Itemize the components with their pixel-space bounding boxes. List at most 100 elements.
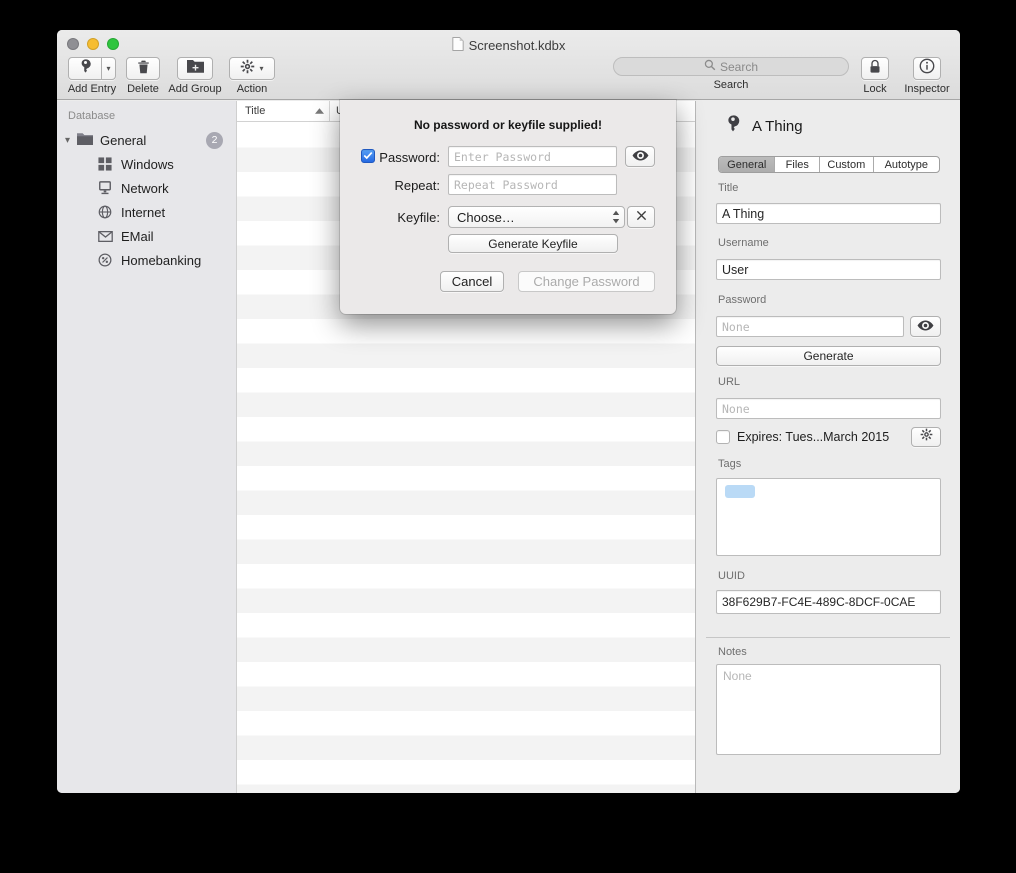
add-entry-caption: Add Entry bbox=[63, 83, 121, 95]
inspector-group: Inspector bbox=[900, 57, 954, 95]
delete-button[interactable] bbox=[126, 57, 160, 80]
entry-title: A Thing bbox=[752, 118, 803, 135]
password-field[interactable] bbox=[716, 316, 904, 337]
disclosure-triangle-icon[interactable]: ▾ bbox=[65, 135, 77, 146]
url-label: URL bbox=[718, 376, 740, 388]
add-entry-button[interactable] bbox=[68, 57, 102, 80]
envelope-icon bbox=[97, 231, 113, 242]
sidebar-item-email[interactable]: EMail bbox=[57, 224, 236, 248]
tab-autotype[interactable]: Autotype bbox=[874, 157, 939, 172]
app-window: Screenshot.kdbx ▾ Add Entry bbox=[57, 30, 960, 793]
cancel-button[interactable]: Cancel bbox=[440, 271, 504, 292]
inspector-tabs: General Files Custom Autotype bbox=[718, 156, 940, 173]
sidebar-item-label: General bbox=[100, 133, 146, 148]
add-entry-group: ▾ Add Entry bbox=[63, 57, 121, 95]
tab-label: General bbox=[727, 159, 766, 171]
lock-caption: Lock bbox=[856, 83, 894, 95]
dialog-password-field[interactable] bbox=[448, 146, 617, 167]
tags-field[interactable] bbox=[716, 478, 941, 556]
expires-checkbox[interactable] bbox=[716, 430, 730, 444]
sidebar-item-internet[interactable]: Internet bbox=[57, 200, 236, 224]
generate-label: Generate bbox=[803, 349, 853, 363]
action-group: ▾ Action bbox=[227, 57, 277, 95]
close-x-icon bbox=[636, 208, 647, 226]
sidebar-item-label: EMail bbox=[121, 229, 154, 244]
sidebar-header: Database bbox=[68, 110, 236, 122]
uuid-label: UUID bbox=[718, 570, 745, 582]
window-title: Screenshot.kdbx bbox=[469, 38, 566, 53]
reveal-password-button[interactable] bbox=[910, 316, 941, 337]
inspector-caption: Inspector bbox=[900, 83, 954, 95]
cancel-label: Cancel bbox=[452, 274, 492, 289]
gear-icon bbox=[920, 428, 933, 446]
generate-keyfile-button[interactable]: Generate Keyfile bbox=[448, 234, 618, 253]
delete-group: Delete bbox=[122, 57, 164, 95]
inspector-button[interactable] bbox=[913, 57, 941, 80]
dialog-repeat-label: Repeat: bbox=[370, 178, 440, 193]
lock-icon bbox=[869, 59, 881, 79]
username-field[interactable] bbox=[716, 259, 941, 280]
search-group: Search Search bbox=[613, 57, 849, 91]
inspector-panel: A Thing General Files Custom Autotype Ti… bbox=[695, 101, 960, 793]
sidebar-item-general[interactable]: ▾ General 2 bbox=[57, 128, 236, 152]
search-placeholder: Search bbox=[720, 60, 758, 74]
column-header-title[interactable]: Title bbox=[237, 101, 330, 121]
search-input[interactable]: Search bbox=[613, 57, 849, 76]
sidebar-item-windows[interactable]: Windows bbox=[57, 152, 236, 176]
add-group-caption: Add Group bbox=[164, 83, 226, 95]
dialog-repeat-field[interactable] bbox=[448, 174, 617, 195]
add-group-group: Add Group bbox=[164, 57, 226, 95]
delete-caption: Delete bbox=[122, 83, 164, 95]
windows-icon bbox=[97, 157, 113, 171]
globe-icon bbox=[97, 205, 113, 219]
percent-coin-icon bbox=[97, 253, 113, 267]
clear-keyfile-button[interactable] bbox=[627, 206, 655, 228]
notes-field[interactable] bbox=[716, 664, 941, 755]
tag-token[interactable] bbox=[725, 485, 755, 498]
column-title-label: Title bbox=[245, 105, 265, 117]
info-icon bbox=[919, 58, 935, 79]
entry-count-badge: 2 bbox=[206, 132, 223, 149]
folder-plus-icon bbox=[187, 59, 204, 78]
title-field[interactable] bbox=[716, 203, 941, 224]
sidebar-item-label: Internet bbox=[121, 205, 165, 220]
tab-custom[interactable]: Custom bbox=[820, 157, 874, 172]
expires-gear-button[interactable] bbox=[911, 427, 941, 447]
sidebar-item-label: Homebanking bbox=[121, 253, 201, 268]
sidebar-item-label: Windows bbox=[121, 157, 174, 172]
dialog-reveal-password-button[interactable] bbox=[625, 146, 655, 167]
eye-icon bbox=[917, 318, 934, 336]
chevron-down-icon: ▾ bbox=[259, 65, 263, 73]
key-icon bbox=[724, 115, 742, 137]
add-group-button[interactable] bbox=[177, 57, 213, 80]
search-caption: Search bbox=[613, 79, 849, 91]
generate-keyfile-label: Generate Keyfile bbox=[488, 237, 577, 251]
tab-label: Files bbox=[786, 159, 809, 171]
chevron-down-icon: ▾ bbox=[106, 65, 110, 73]
uuid-field[interactable] bbox=[716, 590, 941, 614]
tab-files[interactable]: Files bbox=[775, 157, 820, 172]
generate-password-button[interactable]: Generate bbox=[716, 346, 941, 366]
window-title-row: Screenshot.kdbx bbox=[57, 37, 960, 54]
gear-icon bbox=[240, 59, 255, 79]
tags-label: Tags bbox=[718, 458, 741, 470]
change-password-dialog: No password or keyfile supplied! Passwor… bbox=[340, 100, 676, 314]
action-button[interactable]: ▾ bbox=[229, 57, 275, 80]
add-entry-dropdown-button[interactable]: ▾ bbox=[101, 57, 116, 80]
sort-ascending-icon bbox=[315, 105, 324, 117]
key-icon bbox=[78, 59, 93, 79]
tab-general[interactable]: General bbox=[719, 157, 775, 172]
sidebar-item-network[interactable]: Network bbox=[57, 176, 236, 200]
url-field[interactable] bbox=[716, 398, 941, 419]
search-icon bbox=[704, 59, 716, 74]
keyfile-value: Choose… bbox=[457, 210, 515, 225]
keyfile-dropdown[interactable]: Choose… bbox=[448, 206, 625, 228]
tab-label: Autotype bbox=[885, 159, 928, 171]
stepper-icon bbox=[612, 210, 620, 227]
change-password-button[interactable]: Change Password bbox=[518, 271, 655, 292]
lock-button[interactable] bbox=[861, 57, 889, 80]
password-label: Password bbox=[718, 294, 766, 306]
sidebar-item-homebanking[interactable]: Homebanking bbox=[57, 248, 236, 272]
tab-label: Custom bbox=[827, 159, 865, 171]
divider bbox=[706, 637, 950, 638]
